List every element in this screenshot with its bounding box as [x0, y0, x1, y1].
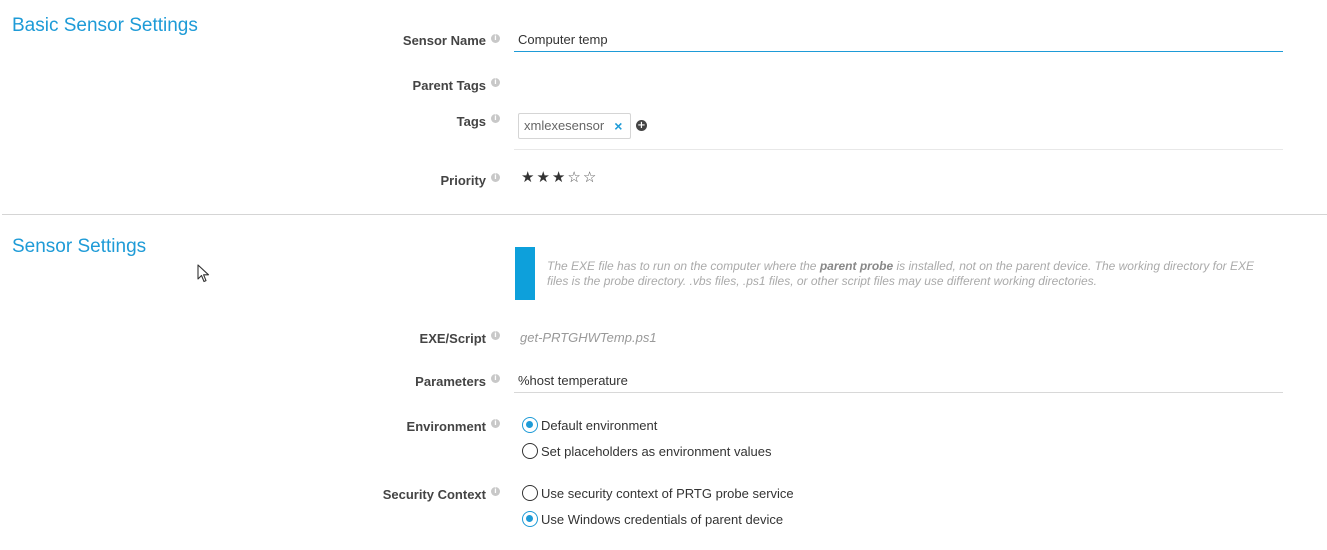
sensor-name-input[interactable]: [514, 28, 1283, 52]
parent-tags-label: Parent Tags: [412, 78, 486, 93]
security-option-label: Use security context of PRTG probe servi…: [541, 485, 794, 501]
info-icon[interactable]: i: [491, 487, 500, 496]
environment-option-label: Set placeholders as environment values: [541, 443, 772, 459]
mouse-cursor-icon: [197, 264, 210, 283]
remove-tag-icon[interactable]: ×: [614, 114, 622, 138]
sensor-settings-title: Sensor Settings: [12, 236, 147, 257]
priority-star-2[interactable]: ★: [536, 169, 549, 185]
info-icon[interactable]: i: [491, 419, 500, 428]
info-icon[interactable]: i: [491, 173, 500, 182]
priority-stars: ★ ★ ★ ☆ ☆: [521, 169, 596, 185]
tags-underline: [514, 149, 1283, 150]
parameters-input[interactable]: [514, 369, 1283, 393]
environment-option-default[interactable]: Default environment: [522, 417, 657, 433]
info-bar: [515, 247, 535, 300]
add-tag-icon[interactable]: +: [636, 120, 647, 131]
security-option-probe-service[interactable]: Use security context of PRTG probe servi…: [522, 485, 794, 501]
basic-sensor-settings-title: Basic Sensor Settings: [12, 15, 198, 36]
parameters-label: Parameters: [415, 374, 486, 389]
priority-label: Priority: [440, 173, 486, 188]
environment-radio-0[interactable]: [522, 417, 538, 433]
environment-label: Environment: [406, 419, 486, 434]
tag-label: xmlexesensor: [524, 118, 605, 133]
environment-option-placeholders[interactable]: Set placeholders as environment values: [522, 443, 772, 459]
security-radio-1[interactable]: [522, 511, 538, 527]
sensor-name-label: Sensor Name: [402, 33, 486, 48]
info-icon[interactable]: i: [491, 114, 500, 123]
info-message: The EXE file has to run on the computer …: [547, 259, 1255, 288]
environment-radio-1[interactable]: [522, 443, 538, 459]
security-option-label: Use Windows credentials of parent device: [541, 511, 784, 527]
info-icon[interactable]: i: [491, 78, 500, 87]
info-icon[interactable]: i: [491, 34, 500, 43]
security-context-label: Security Context: [382, 487, 486, 502]
tag-chip: xmlexesensor ×: [518, 113, 632, 139]
priority-star-4[interactable]: ☆: [567, 169, 580, 185]
exe-script-label: EXE/Script: [419, 331, 486, 346]
priority-star-1[interactable]: ★: [521, 169, 534, 185]
info-icon[interactable]: i: [491, 374, 500, 383]
info-icon[interactable]: i: [491, 331, 500, 340]
tags-label: Tags: [456, 114, 486, 129]
exe-script-value: get-PRTGHWTemp.ps1: [520, 330, 657, 345]
section-divider: [2, 214, 1327, 215]
environment-option-label: Default environment: [541, 417, 658, 433]
priority-star-3[interactable]: ★: [552, 169, 565, 185]
security-option-windows-credentials[interactable]: Use Windows credentials of parent device: [522, 511, 783, 527]
security-radio-0[interactable]: [522, 485, 538, 501]
priority-star-5[interactable]: ☆: [583, 169, 596, 185]
